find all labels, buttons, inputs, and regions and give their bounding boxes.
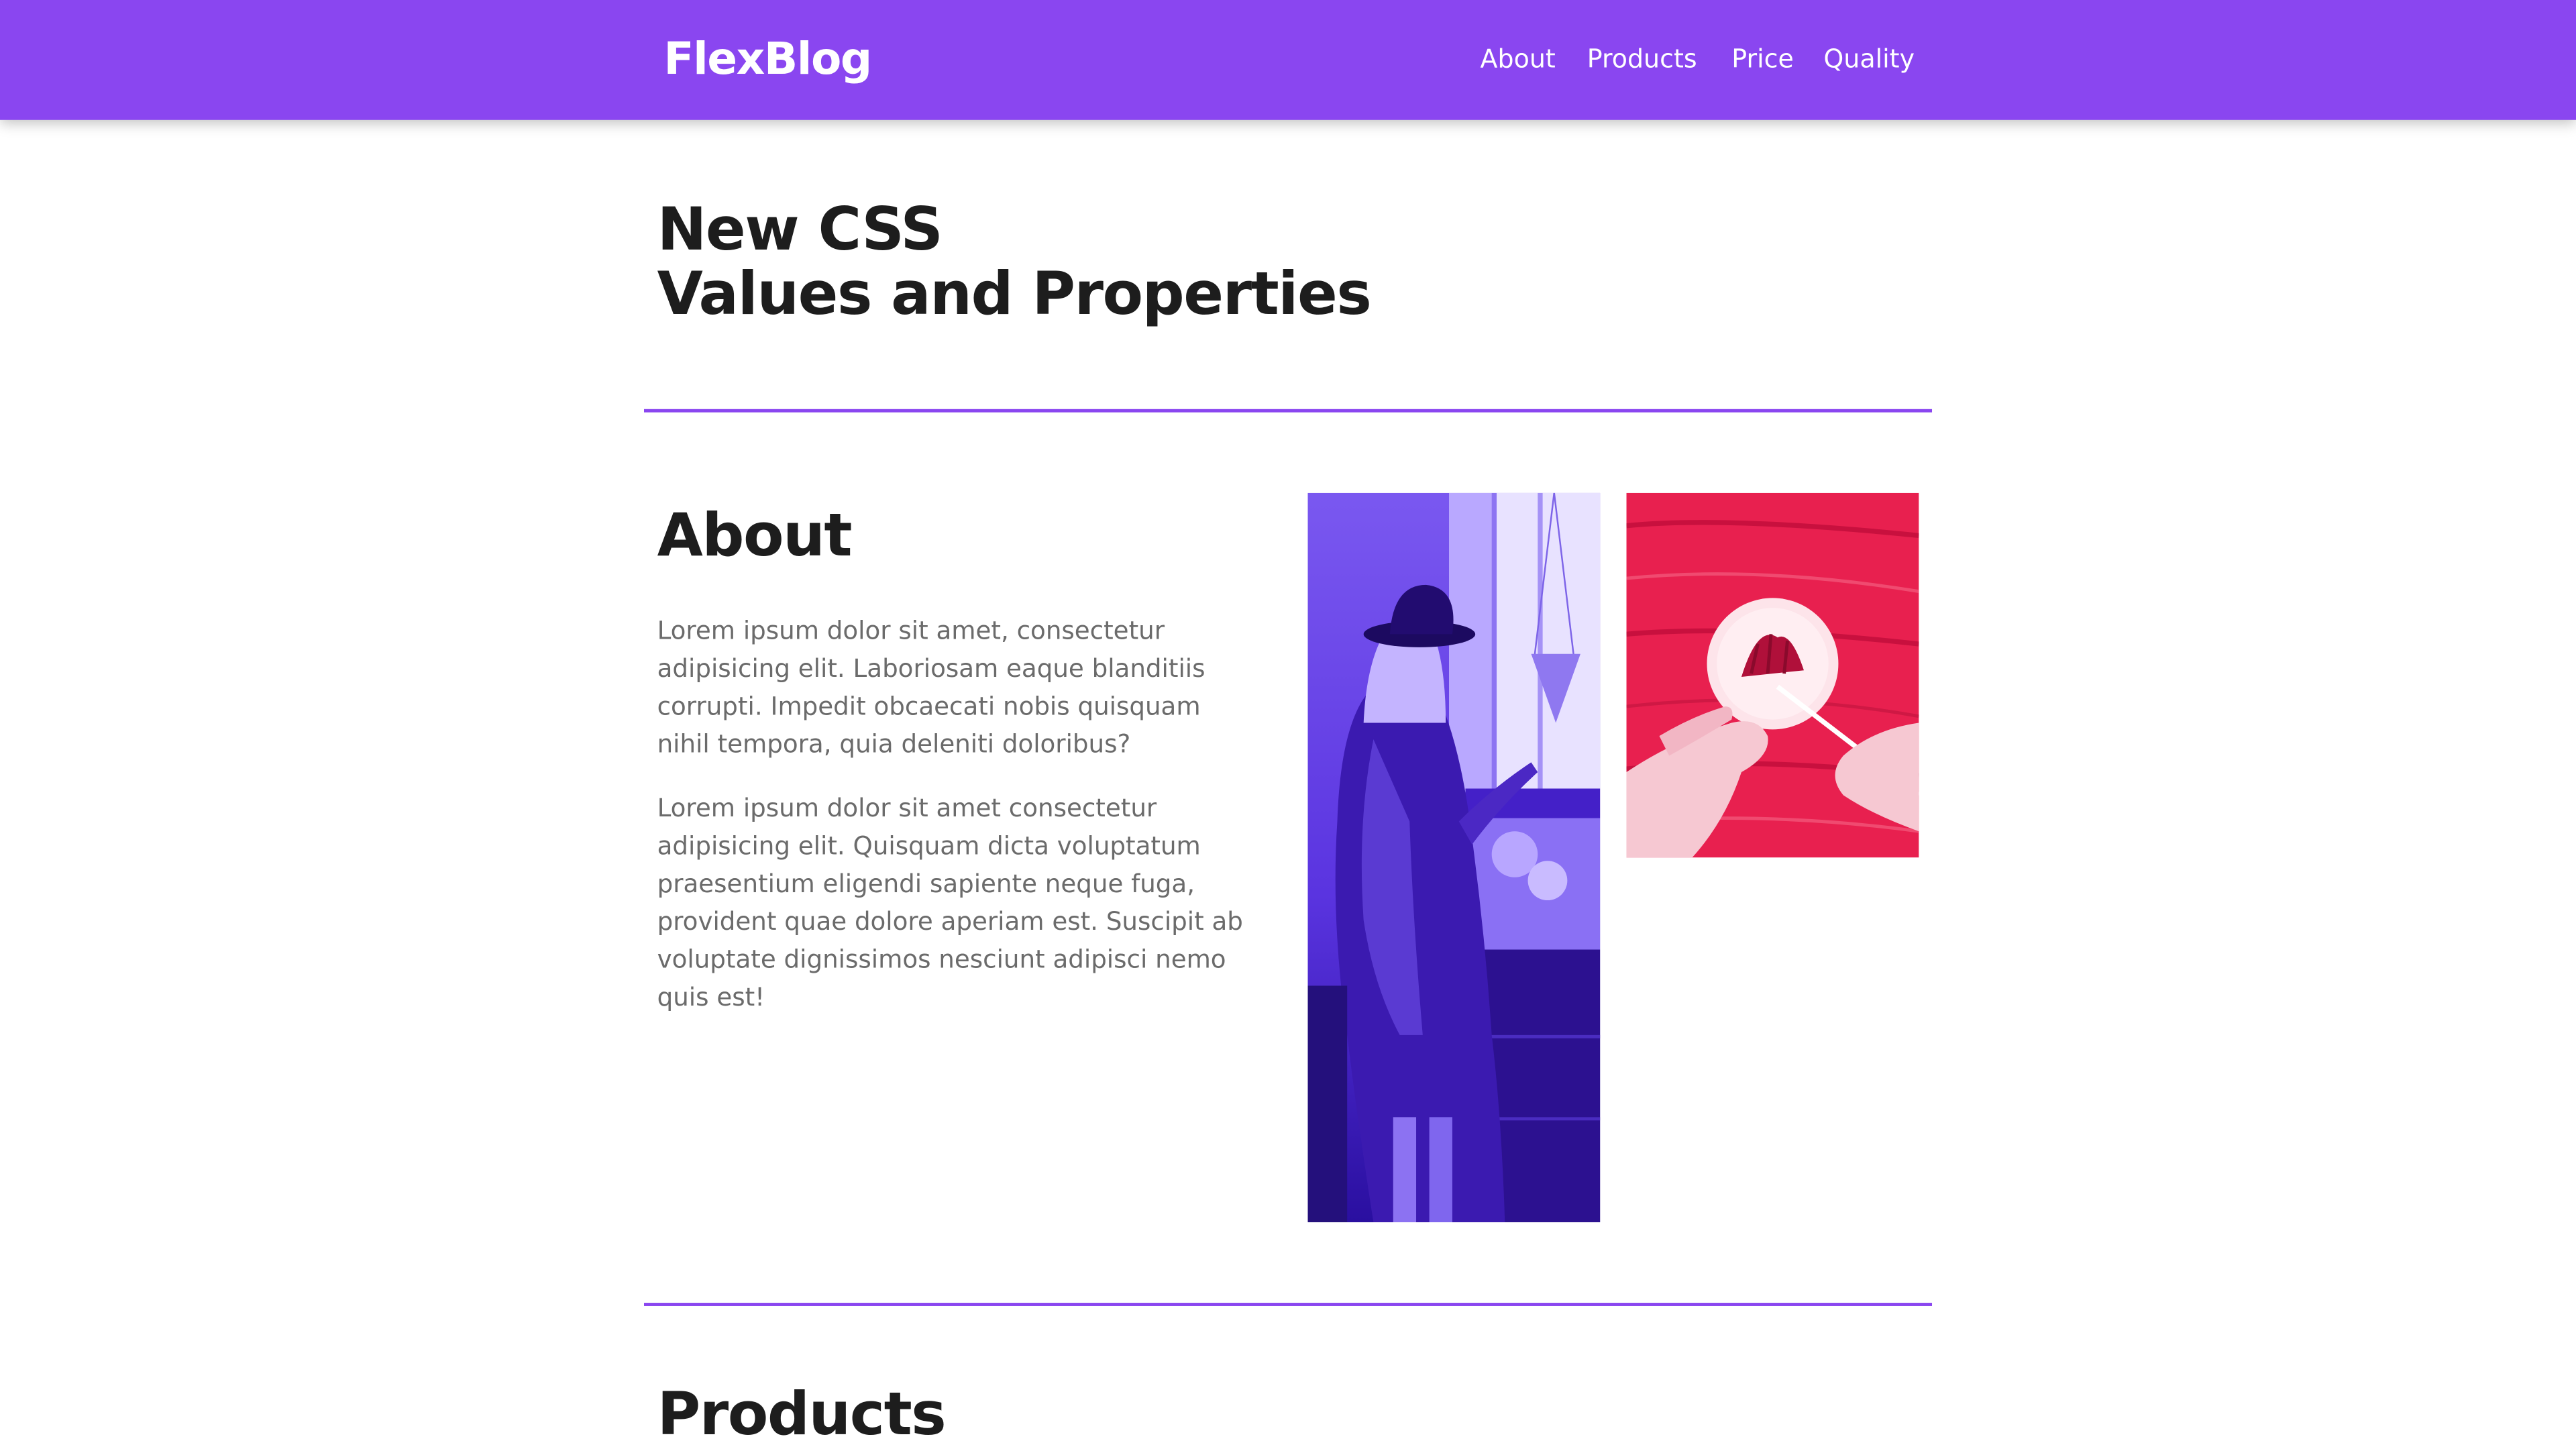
page: FlexBlog About Products Price Quality Ne… [0,0,2576,1449]
products-heading: Products [657,1381,947,1449]
nav-link-about[interactable]: About [1481,41,1556,77]
nav-link-price[interactable]: Price [1731,41,1794,77]
top-navbar: FlexBlog About Products Price Quality [0,0,2576,120]
page-title-line-2: Values and Properties [657,261,1372,329]
about-photo-woman [1307,492,1601,1223]
nav-link-products[interactable]: Products [1587,41,1697,77]
about-photo-hands [1626,492,1919,858]
page-title-line-1: New CSS [657,197,943,265]
hands-photo-image [1626,492,1919,858]
section-divider-2 [644,1303,1933,1306]
page-title: New CSS Values and Properties [657,197,1372,329]
nav-link-quality[interactable]: Quality [1823,41,1915,77]
about-heading: About [657,502,853,570]
site-logo[interactable]: FlexBlog [663,32,872,91]
about-paragraph-2: Lorem ipsum dolor sit amet consectetur a… [657,793,1243,1012]
section-divider [644,409,1933,413]
woman-photo-image [1307,492,1601,1223]
about-paragraph-1: Lorem ipsum dolor sit amet, consectetur … [657,616,1205,759]
